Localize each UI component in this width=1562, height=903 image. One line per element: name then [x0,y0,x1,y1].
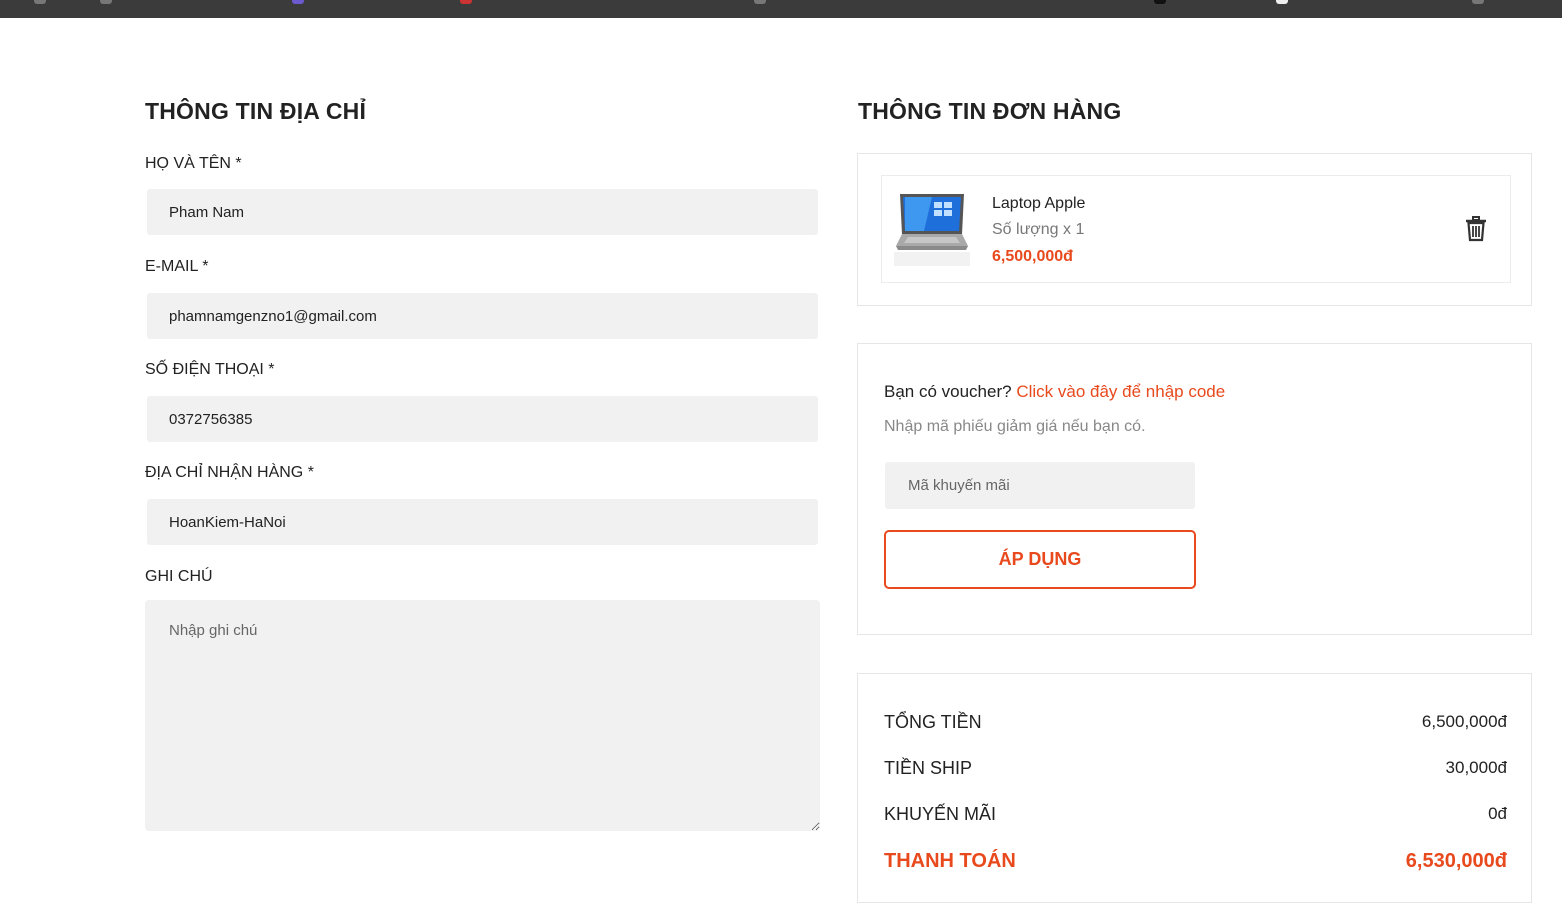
fullname-label: HỌ VÀ TÊN * [145,155,242,172]
voucher-box: Bạn có voucher? Click vào đây để nhập co… [857,343,1532,635]
voucher-hint: Nhập mã phiếu giảm giá nếu bạn có. [884,418,1146,435]
shipping-address-label: ĐỊA CHỈ NHẬN HÀNG * [145,464,314,481]
fullname-input[interactable] [147,189,818,235]
product-quantity: Số lượng x 1 [992,221,1085,238]
address-section-title: THÔNG TIN ĐỊA CHỈ [145,98,367,124]
browser-bookmarks-bar [0,0,1562,18]
phone-input[interactable] [147,396,818,442]
bookmark-icon[interactable] [292,0,304,4]
bookmark-icon[interactable] [1154,0,1166,4]
total-value: 6,530,000đ [1405,850,1507,872]
product-name[interactable]: Laptop Apple [992,195,1085,213]
bookmark-icon[interactable] [1276,0,1288,4]
note-textarea[interactable] [145,600,820,831]
subtotal-label: TỔNG TIỀN [884,712,982,732]
voucher-code-input[interactable] [885,462,1195,509]
voucher-question: Bạn có voucher? Click vào đây để nhập co… [884,382,1225,402]
voucher-toggle-link[interactable]: Click vào đây để nhập code [1016,382,1225,401]
bookmark-icon[interactable] [754,0,766,4]
bookmark-icon[interactable] [100,0,112,4]
laptop-image[interactable] [894,190,970,268]
shipping-fee-row: TIỀN SHIP 30,000đ [884,758,1507,784]
subtotal-value: 6,500,000đ [1421,712,1507,731]
total-label: THANH TOÁN [884,850,1016,872]
cart-item: Laptop Apple Số lượng x 1 6,500,000đ [881,175,1511,283]
total-row: THANH TOÁN 6,530,000đ [884,850,1507,876]
bookmark-icon[interactable] [460,0,472,4]
discount-label: KHUYẾN MÃI [884,804,997,824]
product-price: 6,500,000đ [992,248,1073,265]
summary-box: TỔNG TIỀN 6,500,000đ TIỀN SHIP 30,000đ K… [857,673,1532,903]
order-section-title: THÔNG TIN ĐƠN HÀNG [858,98,1122,124]
shipping-address-input[interactable] [147,499,818,545]
note-label: GHI CHÚ [145,568,213,585]
discount-row: KHUYẾN MÃI 0đ [884,804,1507,830]
email-input[interactable] [147,293,818,339]
bookmark-icon[interactable] [1472,0,1484,4]
apply-voucher-button[interactable]: ÁP DỤNG [884,530,1196,589]
phone-label: SỐ ĐIỆN THOẠI * [145,361,275,378]
cart-box: Laptop Apple Số lượng x 1 6,500,000đ [857,153,1532,306]
email-label: E-MAIL * [145,258,209,275]
trash-icon[interactable] [1464,216,1488,242]
checkout-page: THÔNG TIN ĐỊA CHỈ HỌ VÀ TÊN * E-MAIL * S… [0,18,1562,903]
discount-value: 0đ [1488,804,1507,823]
subtotal-row: TỔNG TIỀN 6,500,000đ [884,712,1507,738]
voucher-question-text: Bạn có voucher? [884,382,1012,401]
shipping-fee-label: TIỀN SHIP [884,758,973,778]
bookmark-icon[interactable] [34,0,46,4]
shipping-fee-value: 30,000đ [1445,758,1507,777]
